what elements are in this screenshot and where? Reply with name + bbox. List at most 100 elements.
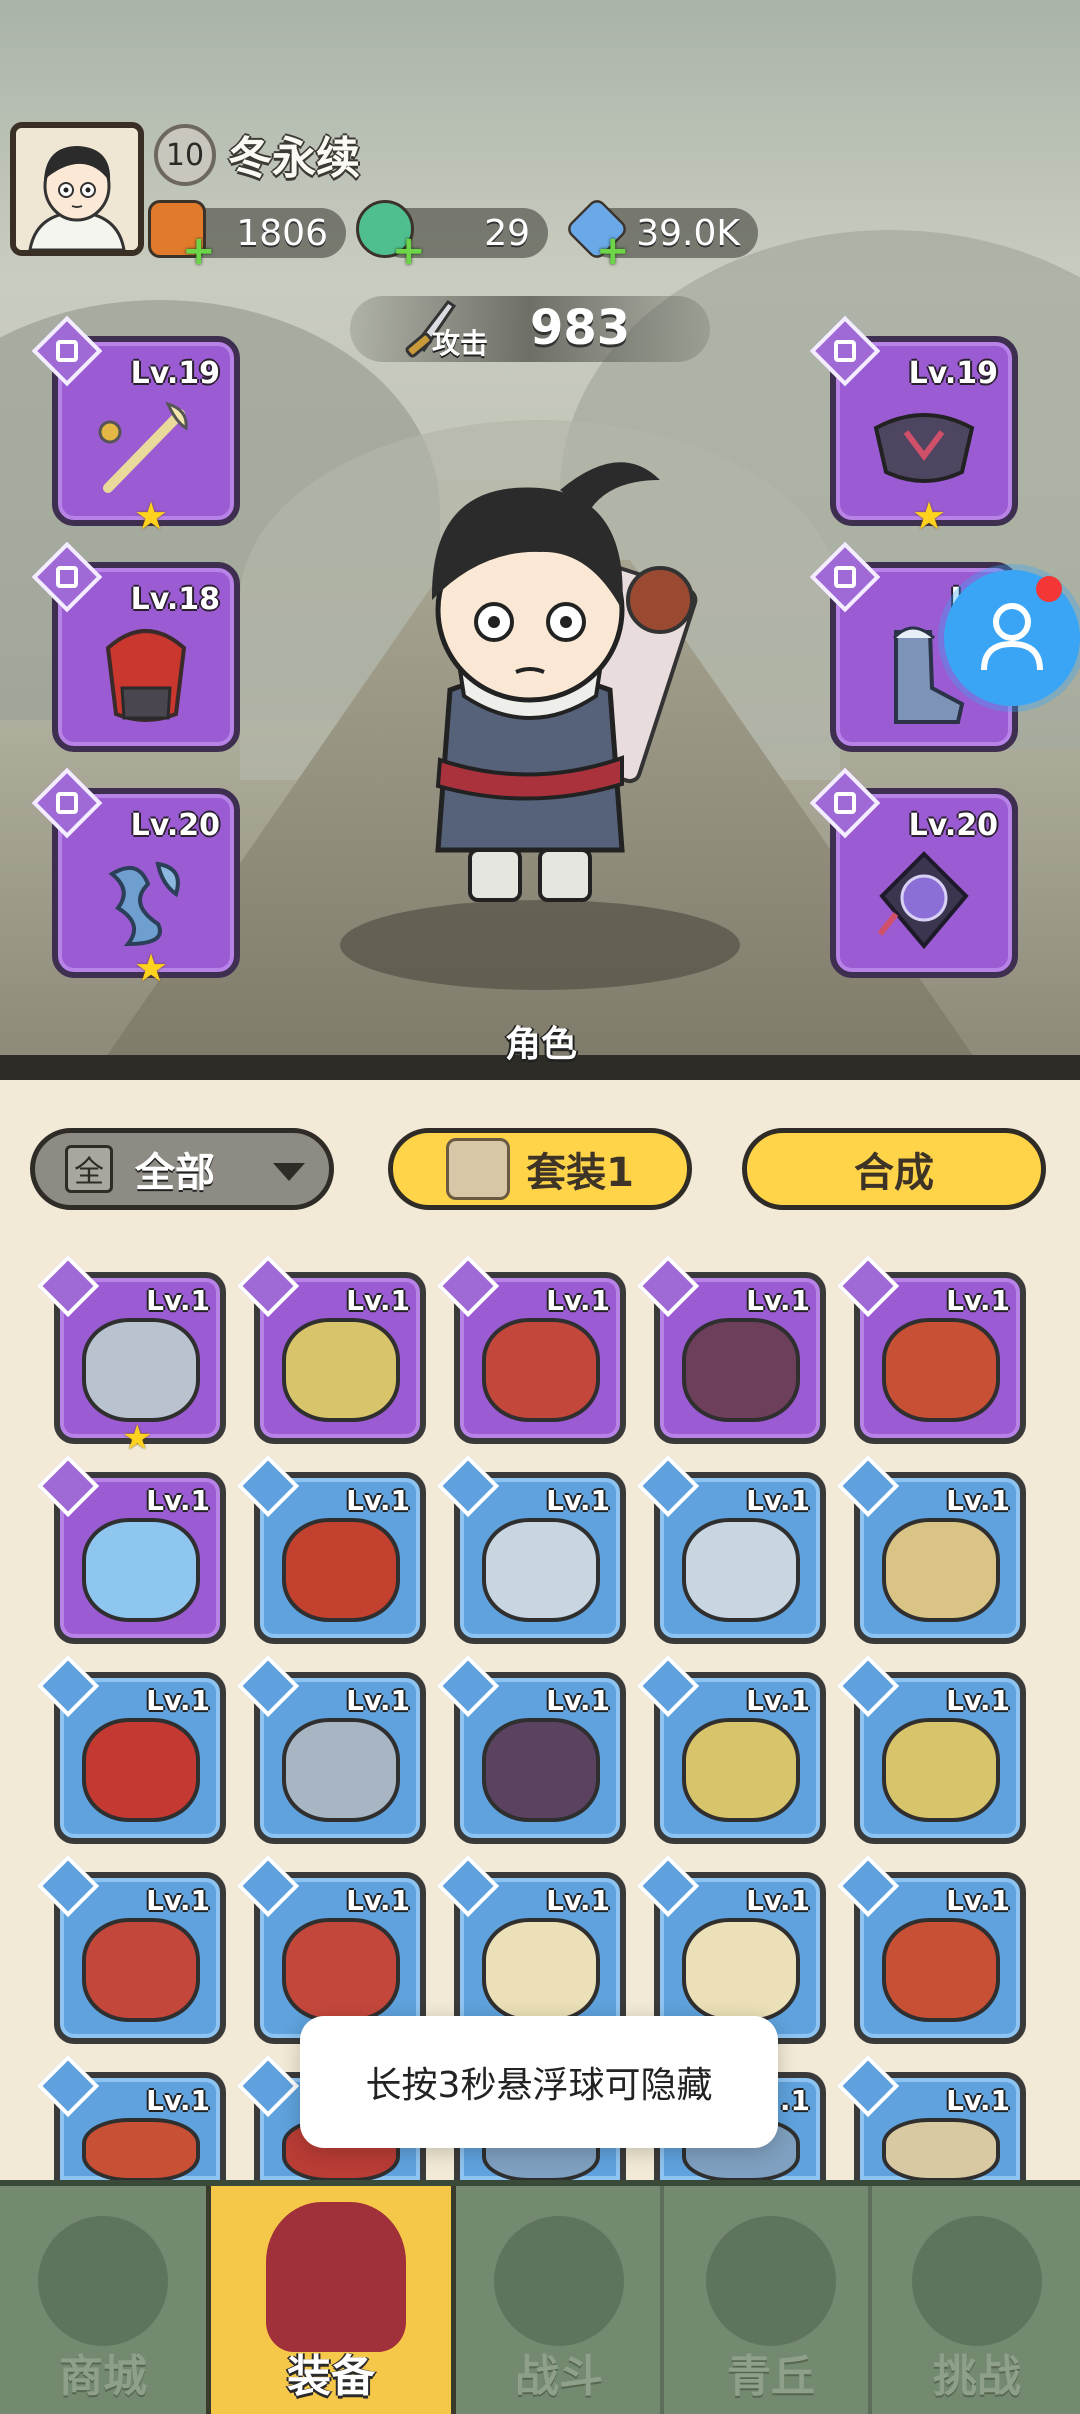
nav-label: 青丘 <box>727 2351 815 2402</box>
item-level: Lv.1 <box>146 1284 210 1317</box>
equip-level: Lv.20 <box>130 808 220 843</box>
resource-value: 29 <box>484 212 530 254</box>
inventory-item[interactable]: Lv.1 <box>36 1454 226 1644</box>
nav-label: 装备 <box>287 2351 375 2402</box>
inventory-item[interactable]: Lv.1 <box>236 1254 426 1444</box>
gold-armor-icon <box>282 1318 400 1422</box>
inventory-item[interactable]: Lv.1 <box>836 2054 1026 2182</box>
inventory-item[interactable]: Lv.1 <box>236 1454 426 1644</box>
player-name: 冬永续 <box>228 133 360 184</box>
role-tab-label[interactable]: 角色 <box>505 1015 577 1067</box>
equipment-helmet-icon <box>266 2202 406 2352</box>
resource-value: 1806 <box>236 212 328 254</box>
lotus-belt-icon <box>82 2118 200 2182</box>
dark-armor-icon <box>482 1718 600 1822</box>
equip-slot-armor[interactable]: Lv.18 <box>31 541 240 752</box>
bow-icon <box>482 1518 600 1622</box>
blue-amulet-icon <box>82 1518 200 1622</box>
nav-tab-equipment[interactable]: 装备 <box>206 2186 456 2414</box>
item-level: Lv.1 <box>346 1284 410 1317</box>
silver-belt-icon <box>82 1318 200 1422</box>
item-level: Lv.1 <box>946 1284 1010 1317</box>
item-level: Lv.1 <box>546 1284 610 1317</box>
attack-value: 983 <box>530 300 631 356</box>
player-level: 10 <box>165 137 205 173</box>
notification-dot <box>1036 576 1062 602</box>
item-level: Lv.1 <box>146 1484 210 1517</box>
inventory-item[interactable]: Lv.1 <box>236 1654 426 1844</box>
armor-set-icon <box>446 1138 511 1200</box>
inventory-item[interactable]: Lv.1 <box>36 2054 226 2182</box>
challenge-orb-icon <box>912 2216 1042 2346</box>
equip-slot-ring[interactable]: Lv.20 ★ <box>31 767 240 990</box>
floating-assistant-button[interactable] <box>944 570 1080 706</box>
inventory-item[interactable]: Lv.1 <box>636 1454 826 1644</box>
crossed-swords-icon <box>494 2216 624 2346</box>
hero-character[interactable] <box>360 440 700 940</box>
attack-label: 攻击 <box>432 327 489 360</box>
red-bracer-icon <box>282 1918 400 2022</box>
inventory-item[interactable]: Lv.1 <box>836 1454 1026 1644</box>
add-crystal-icon[interactable]: + <box>596 228 630 274</box>
set-button-label: 套装1 <box>526 1150 634 1196</box>
nav-tab-qingqiu[interactable]: 青丘 <box>668 2186 874 2414</box>
gold-armor-icon <box>682 1718 800 1822</box>
player-avatar[interactable] <box>10 122 144 256</box>
item-level: Lv.1 <box>946 2084 1010 2117</box>
nav-label: 战斗 <box>515 2351 603 2402</box>
portrait-icon <box>16 128 138 250</box>
mountain-icon <box>706 2216 836 2346</box>
item-level: Lv.1 <box>146 2084 210 2117</box>
item-level: .1 <box>779 2084 810 2117</box>
nav-label: 商城 <box>59 2351 147 2402</box>
inventory-item[interactable]: Lv.1 <box>636 1654 826 1844</box>
item-level: Lv.1 <box>746 1484 810 1517</box>
inventory-item[interactable]: Lv.1 <box>36 1654 226 1844</box>
item-level: Lv.1 <box>346 1484 410 1517</box>
inventory-item[interactable]: Lv.1 <box>436 1654 626 1844</box>
item-level: Lv.1 <box>946 1484 1010 1517</box>
item-level: Lv.1 <box>146 1884 210 1917</box>
item-level: Lv.1 <box>546 1684 610 1717</box>
inventory-item[interactable]: Lv.1 <box>836 1654 1026 1844</box>
equip-level: Lv.20 <box>908 808 998 843</box>
staff-icon <box>882 1518 1000 1622</box>
item-level: Lv.1 <box>746 1884 810 1917</box>
filter-all-icon: 全 <box>65 1145 113 1193</box>
user-icon <box>981 603 1043 671</box>
nav-tab-challenge[interactable]: 挑战 <box>874 2186 1080 2414</box>
fur-bracer-icon <box>482 1918 600 2022</box>
combine-button[interactable]: 合成 <box>742 1128 1046 1210</box>
inventory-item[interactable]: Lv.1 <box>436 1254 626 1444</box>
bow-icon <box>682 1518 800 1622</box>
amulet-icon <box>877 851 969 950</box>
nav-divider <box>660 2186 664 2414</box>
dark-bracer-icon <box>682 1318 800 1422</box>
inventory-item[interactable]: Lv.1 ★ <box>36 1254 226 1458</box>
flame-staff-icon <box>282 1518 400 1622</box>
equip-slot-belt[interactable]: Lv.19 ★ <box>809 315 1018 538</box>
equip-slot-weapon[interactable]: Lv.19 ★ <box>31 315 240 538</box>
inventory-item[interactable]: Lv.1 <box>636 1254 826 1444</box>
equipment-set-button[interactable]: 套装1 <box>388 1128 692 1210</box>
star-icon: ★ <box>134 946 169 990</box>
inventory-item[interactable]: Lv.1 <box>436 1454 626 1644</box>
add-jade-icon[interactable]: + <box>392 228 426 274</box>
nav-tab-shop[interactable]: 商城 <box>0 2186 206 2414</box>
filter-label: 全部 <box>135 1150 215 1196</box>
shop-pavilion-icon <box>38 2216 168 2346</box>
inventory-item[interactable]: Lv.1 <box>36 1854 226 2044</box>
red-bracer-icon <box>482 1318 600 1422</box>
add-gifts-icon[interactable]: + <box>182 228 216 274</box>
toast-message: 长按3秒悬浮球可隐藏 <box>300 2016 778 2148</box>
combine-button-label: 合成 <box>854 1150 934 1196</box>
filter-dropdown[interactable]: 全 全部 <box>30 1128 334 1210</box>
inventory-item[interactable]: Lv.1 <box>836 1854 1026 2044</box>
item-level: Lv.1 <box>746 1284 810 1317</box>
equip-slot-necklace[interactable]: Lv.20 <box>809 767 1018 978</box>
inventory-item[interactable]: Lv.1 <box>836 1254 1026 1444</box>
lotus-belt-icon <box>882 1918 1000 2022</box>
item-level: Lv.1 <box>546 1484 610 1517</box>
red-armor-icon <box>82 1718 200 1822</box>
nav-tab-battle[interactable]: 战斗 <box>456 2186 662 2414</box>
